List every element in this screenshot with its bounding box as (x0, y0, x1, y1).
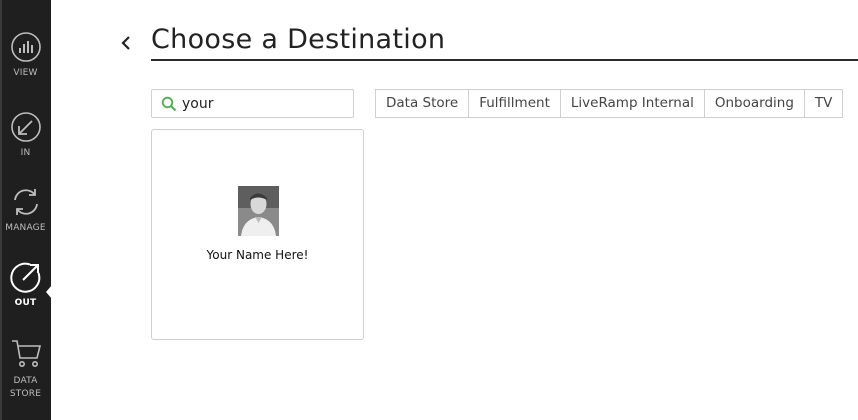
category-filter-group: Data Store Fulfillment LiveRamp Internal… (375, 89, 844, 118)
back-button[interactable] (116, 30, 136, 56)
sidebar: VIEW IN MANAGE OUT DATA STORE (0, 0, 52, 420)
arrow-in-circle-icon (10, 112, 41, 142)
sidebar-item-label-line1: DATA (13, 376, 38, 386)
page-title: Choose a Destination (151, 24, 446, 55)
filter-liveramp-internal[interactable]: LiveRamp Internal (559, 89, 705, 118)
destination-thumbnail (238, 186, 279, 236)
sidebar-item-out[interactable]: OUT (0, 261, 51, 310)
sidebar-item-data-store[interactable]: DATA STORE (0, 338, 51, 401)
destination-name: Your Name Here! (206, 248, 309, 262)
filter-fulfillment[interactable]: Fulfillment (468, 89, 561, 118)
chart-circle-icon (10, 32, 41, 62)
sidebar-item-in[interactable]: IN (0, 111, 51, 160)
sidebar-item-manage[interactable]: MANAGE (0, 186, 51, 235)
sidebar-item-label: DATA STORE (0, 375, 51, 401)
filter-data-store[interactable]: Data Store (375, 89, 470, 118)
search-icon (161, 96, 177, 112)
cart-icon (11, 340, 41, 367)
destination-card[interactable]: Your Name Here! (151, 129, 364, 340)
search-field[interactable] (151, 89, 354, 118)
sidebar-item-label: MANAGE (5, 223, 46, 233)
arrow-out-circle-icon (9, 262, 40, 293)
sidebar-item-label: OUT (14, 298, 37, 308)
search-input[interactable] (182, 93, 342, 114)
filter-onboarding[interactable]: Onboarding (703, 89, 805, 118)
active-indicator (46, 285, 52, 299)
sidebar-item-label: VIEW (13, 68, 38, 78)
filter-tv[interactable]: TV (803, 89, 844, 118)
title-divider (151, 59, 858, 61)
sidebar-item-label: IN (20, 148, 31, 158)
chevron-left-icon (121, 36, 130, 50)
refresh-circle-icon (13, 189, 38, 215)
sidebar-item-label-line2: STORE (9, 389, 42, 399)
sidebar-item-view[interactable]: VIEW (0, 31, 51, 80)
